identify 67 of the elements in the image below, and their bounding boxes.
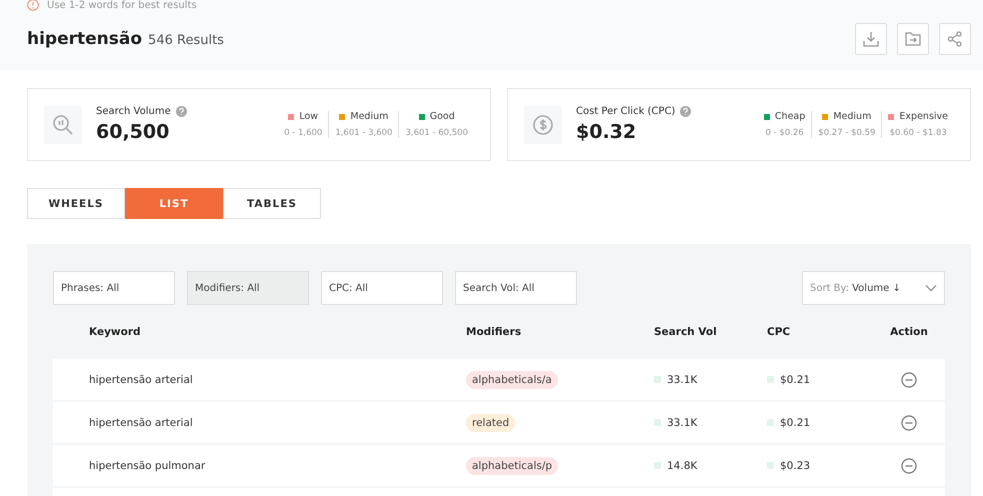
- legend-range: 0 - 1,600: [284, 128, 322, 138]
- view-tab[interactable]: WHEELS: [27, 188, 125, 219]
- level-square-icon: [654, 376, 661, 383]
- filter-dropdown[interactable]: Modifiers: All: [187, 271, 309, 305]
- share-icon: [946, 30, 964, 48]
- metric-label: Cost Per Click (CPC): [576, 106, 676, 117]
- legend-label: Expensive: [899, 111, 948, 122]
- search-vol-cell: 33.1K: [667, 416, 698, 428]
- chevron-down-icon: [925, 284, 937, 292]
- column-header: Keyword: [88, 326, 142, 338]
- metric-icon: [44, 106, 82, 144]
- sort-dropdown[interactable]: Sort By: Volume ↓: [802, 271, 945, 305]
- column-header: Action: [889, 326, 929, 338]
- legend-label: Cheap: [774, 111, 806, 122]
- metric-value: $0.32: [576, 121, 638, 143]
- keyword-cell-text: hipertensão pulmonar: [88, 460, 206, 472]
- legend-range: 1,601 - 3,600: [335, 128, 392, 138]
- filter-dropdown[interactable]: Search Vol: All: [455, 271, 577, 305]
- modifier-tag: related: [466, 414, 516, 432]
- legend-label: Medium: [350, 111, 388, 122]
- cpc-cell: $0.23: [780, 460, 810, 472]
- legend-range: $0.60 - $1.83: [888, 128, 948, 138]
- filter-dropdown[interactable]: Phrases: All: [53, 271, 175, 305]
- modifier-tag: alphabeticals/a: [466, 370, 558, 388]
- remove-button[interactable]: [901, 458, 917, 474]
- cpc-cell: $0.21: [780, 416, 810, 428]
- results-count: 546 Results: [148, 33, 224, 48]
- view-tab[interactable]: TABLES: [223, 188, 321, 219]
- legend-range: 0 - $0.26: [764, 128, 805, 138]
- download-icon: [862, 30, 880, 48]
- warning-icon: [27, 0, 39, 11]
- keyword-title: hipertensão: [27, 29, 142, 49]
- legend-label: Low: [299, 111, 318, 122]
- metric-icon: [524, 106, 562, 144]
- cpc-cell: $0.21: [780, 374, 810, 386]
- help-icon[interactable]: [176, 106, 187, 117]
- keyword-cell-text: hipertensão arterial: [88, 416, 194, 428]
- column-header: Modifiers: [466, 326, 522, 338]
- download-button[interactable]: [855, 23, 887, 55]
- level-square-icon: [654, 419, 661, 426]
- column-header: Search Vol: [654, 326, 718, 338]
- metric-value: 60,500: [96, 121, 170, 143]
- folder-button[interactable]: [897, 23, 929, 55]
- remove-button[interactable]: [901, 414, 917, 430]
- level-square-icon: [767, 376, 774, 383]
- metric-label: Search Volume: [96, 106, 171, 117]
- column-header: CPC: [767, 326, 792, 338]
- level-square-icon: [767, 419, 774, 426]
- minus-circle-icon: [901, 458, 917, 474]
- legend-range: $0.27 - $0.59: [818, 128, 876, 138]
- help-icon[interactable]: [680, 106, 692, 117]
- modifier-tag: alphabeticals/p: [466, 456, 558, 474]
- legend-range: 3,601 - 60,500: [405, 128, 468, 138]
- folder-arrow-icon: [904, 30, 922, 48]
- share-button[interactable]: [939, 23, 971, 55]
- search-vol-cell: 33.1K: [667, 374, 698, 386]
- legend-label: Good: [430, 111, 455, 122]
- legend-label: Medium: [833, 111, 872, 122]
- level-square-icon: [654, 462, 661, 469]
- hint-text: Use 1-2 words for best results: [47, 0, 197, 10]
- keyword-cell-text: hipertensão arterial: [88, 374, 194, 386]
- minus-circle-icon: [901, 372, 917, 388]
- filter-dropdown[interactable]: CPC: All: [321, 271, 443, 305]
- level-square-icon: [767, 462, 774, 469]
- remove-button[interactable]: [901, 372, 917, 388]
- minus-circle-icon: [901, 414, 917, 430]
- search-vol-cell: 14.8K: [667, 460, 698, 472]
